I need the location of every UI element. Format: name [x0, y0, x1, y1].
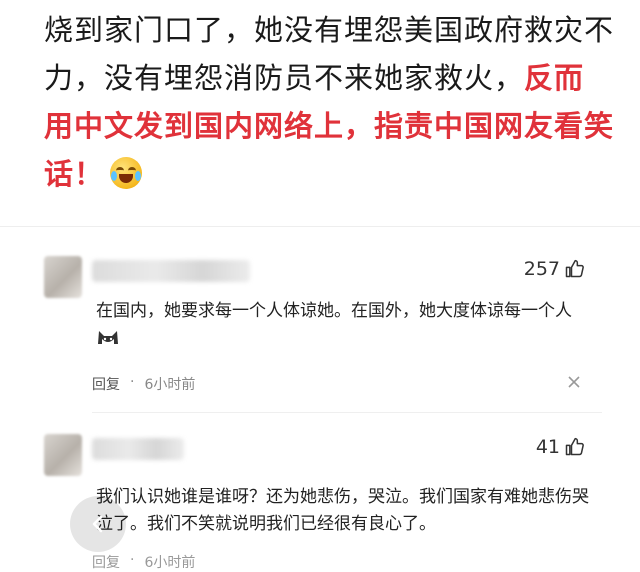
like-count: 41: [535, 436, 560, 458]
like-count: 257: [523, 258, 560, 280]
dot-separator: ·: [130, 374, 135, 390]
comment-text: 在国内，她要求每一个人体谅她。在国外，她大度体谅每一个人: [96, 298, 596, 352]
cat-emoji-icon: [98, 331, 118, 344]
thumbs-up-icon: [565, 437, 584, 456]
username-blurred[interactable]: [92, 260, 250, 282]
comment-time: 6小时前: [144, 377, 196, 393]
comment-meta: 回复 · 6小时前: [92, 374, 195, 394]
close-icon[interactable]: [568, 376, 580, 388]
back-button[interactable]: [70, 496, 126, 552]
chevron-left-icon: [92, 515, 103, 533]
laughing-crying-emoji-icon: [110, 157, 143, 189]
comment-text: 我们认识她谁是谁呀？还为她悲伤，哭泣。我们国家有难她悲伤哭泣了。我们不笑就说明我…: [96, 487, 589, 534]
like-button[interactable]: 257: [524, 258, 584, 280]
username-blurred[interactable]: [92, 438, 184, 460]
comment-time: 6小时前: [144, 555, 196, 571]
reply-button[interactable]: 回复: [92, 552, 120, 572]
section-divider: [0, 226, 640, 227]
reply-button[interactable]: 回复: [92, 374, 120, 394]
comment-meta: 回复 · 6小时前: [92, 552, 195, 572]
comment-divider: [92, 412, 602, 413]
avatar[interactable]: [44, 434, 82, 476]
dot-separator: ·: [130, 552, 135, 568]
avatar[interactable]: [44, 256, 82, 298]
like-button[interactable]: 41: [536, 436, 584, 458]
article-text: 烧到家门口了，她没有埋怨美国政府救灾不力，没有埋怨消防员不来她家救火，反而用中文…: [44, 6, 614, 198]
thumbs-up-icon: [565, 259, 584, 278]
